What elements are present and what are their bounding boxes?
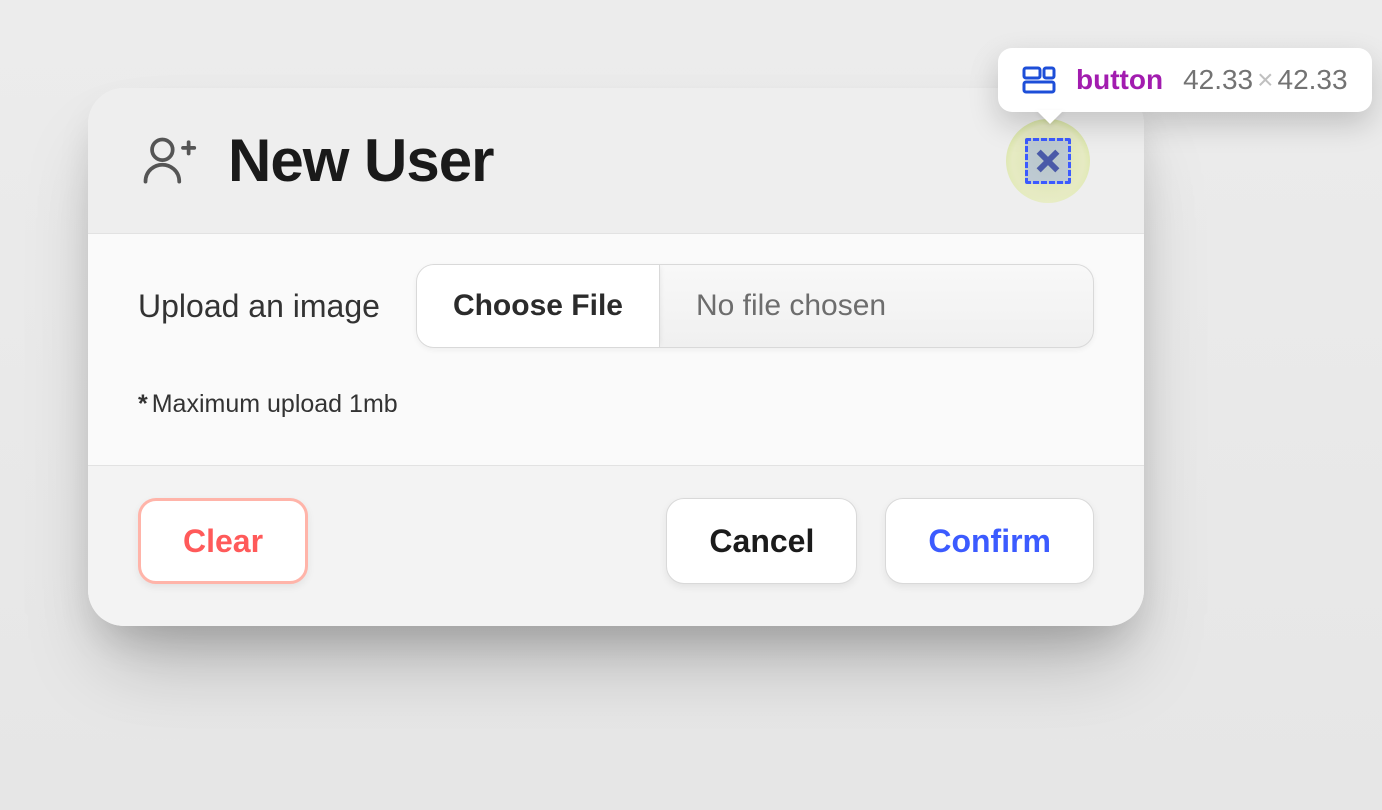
devtools-height: 42.33 <box>1278 64 1348 95</box>
upload-helper-text: *Maximum upload 1mb <box>138 390 1094 419</box>
add-user-icon <box>138 131 198 191</box>
devtools-width: 42.33 <box>1183 64 1253 95</box>
upload-row: Upload an image Choose File No file chos… <box>138 264 1094 348</box>
file-picker-state: No file chosen <box>660 265 1093 347</box>
close-button[interactable] <box>1025 138 1071 184</box>
dialog-footer: Clear Cancel Confirm <box>88 466 1144 626</box>
dialog-header-left: New User <box>138 126 493 195</box>
devtools-dimensions: 42.33×42.33 <box>1183 64 1348 96</box>
devtools-highlight-overlay <box>1006 119 1090 203</box>
devtools-element-tooltip: button 42.33×42.33 <box>998 48 1372 112</box>
dialog-header: New User <box>88 88 1144 234</box>
confirm-button[interactable]: Confirm <box>885 498 1094 584</box>
close-icon <box>1034 147 1062 175</box>
clear-button[interactable]: Clear <box>138 498 308 584</box>
dialog-body: Upload an image Choose File No file chos… <box>88 234 1144 466</box>
choose-file-button[interactable]: Choose File <box>417 265 660 347</box>
devtools-tag-name: button <box>1076 64 1163 96</box>
footer-right-group: Cancel Confirm <box>666 498 1094 584</box>
flex-box-icon <box>1022 66 1056 94</box>
dialog-title: New User <box>228 126 493 195</box>
devtools-dim-separator: × <box>1257 64 1273 95</box>
file-picker[interactable]: Choose File No file chosen <box>416 264 1094 348</box>
helper-asterisk: * <box>138 390 148 418</box>
new-user-dialog: New User Upload an image Choose File No … <box>88 88 1144 626</box>
upload-label: Upload an image <box>138 288 380 325</box>
helper-text-value: Maximum upload 1mb <box>152 390 398 418</box>
cancel-button[interactable]: Cancel <box>666 498 857 584</box>
